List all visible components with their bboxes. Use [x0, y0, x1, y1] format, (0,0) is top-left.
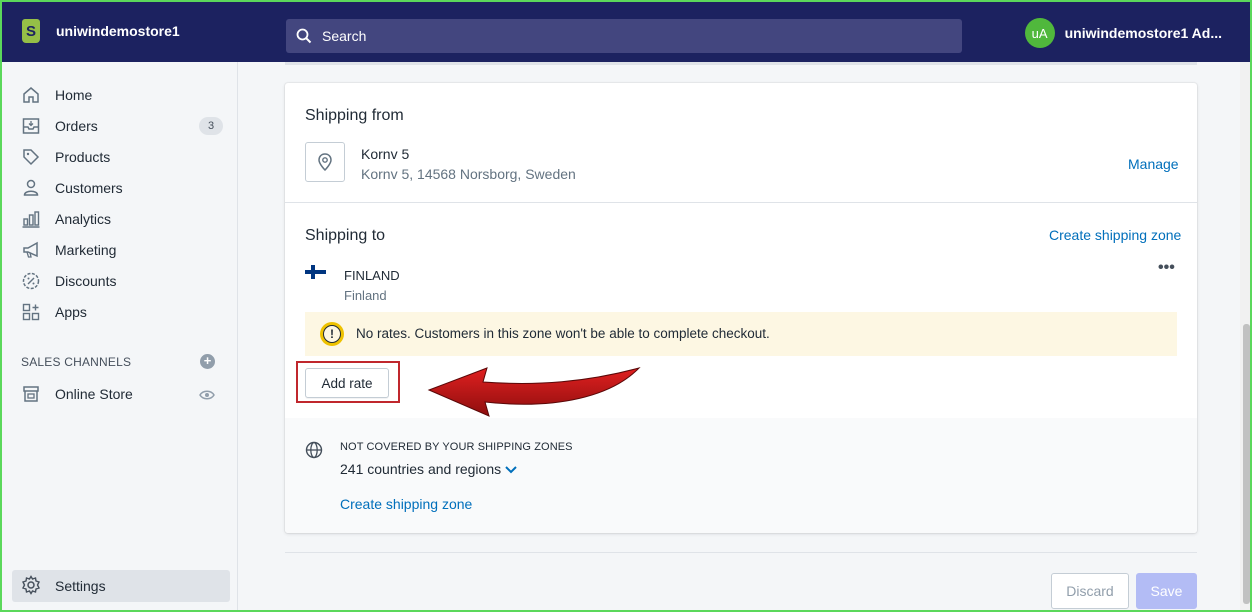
footer-divider — [285, 552, 1197, 553]
scrollbar-thumb[interactable] — [1243, 324, 1250, 604]
sales-channels-heading: SALES CHANNELS — [21, 355, 132, 369]
sidebar-item-label: Orders — [55, 118, 98, 134]
bar-chart-icon — [20, 208, 42, 230]
shipping-card: Shipping from Kornv 5 Kornv 5, 14568 Nor… — [285, 83, 1197, 533]
add-rate-button[interactable]: Add rate — [305, 368, 389, 398]
manage-link[interactable]: Manage — [1128, 156, 1179, 172]
previous-card-edge — [285, 62, 1197, 65]
person-icon — [20, 177, 42, 199]
sidebar-item-analytics[interactable]: Analytics — [0, 205, 238, 233]
gear-icon — [21, 574, 41, 598]
warning-text: No rates. Customers in this zone won't b… — [356, 326, 770, 341]
sidebar-item-label: Settings — [55, 578, 106, 594]
top-bar: S uniwindemostore1 Search uA uniwindemos… — [0, 0, 1252, 62]
sidebar-item-label: Home — [55, 87, 93, 103]
search-placeholder: Search — [322, 28, 367, 44]
countries-count: 241 countries and regions — [340, 461, 502, 477]
globe-icon — [305, 441, 323, 462]
main-content: Shipping from Kornv 5 Kornv 5, 14568 Nor… — [239, 62, 1239, 612]
store-name: uniwindemostore1 — [56, 23, 180, 39]
chevron-down-icon — [505, 461, 517, 477]
countries-toggle[interactable]: 241 countries and regions — [340, 461, 517, 477]
more-actions-button[interactable]: ••• — [1158, 259, 1175, 277]
sidebar-item-label: Analytics — [55, 211, 112, 227]
location-pin-icon — [305, 142, 345, 182]
sidebar-item-label: Products — [55, 149, 111, 165]
apps-icon — [20, 301, 42, 323]
sidebar-item-products[interactable]: Products — [0, 143, 238, 171]
location-name: Kornv 5 — [361, 146, 410, 162]
store-icon — [20, 383, 42, 405]
warning-icon: ! — [320, 322, 344, 346]
sidebar: Home Orders 3 Products Customers Analyti… — [0, 62, 238, 612]
create-shipping-zone-link[interactable]: Create shipping zone — [1049, 227, 1181, 243]
discount-icon — [20, 270, 42, 292]
orders-icon — [20, 115, 42, 137]
store-brand[interactable]: S uniwindemostore1 — [0, 0, 240, 62]
tag-icon — [20, 146, 42, 168]
sidebar-item-home[interactable]: Home — [0, 81, 238, 109]
sidebar-item-label: Online Store — [55, 386, 133, 402]
red-annotation-arrow-icon — [427, 367, 641, 417]
search-icon — [296, 28, 312, 44]
sidebar-item-customers[interactable]: Customers — [0, 174, 238, 202]
sidebar-item-apps[interactable]: Apps — [0, 298, 238, 326]
sidebar-item-marketing[interactable]: Marketing — [0, 236, 238, 264]
shipping-from-title: Shipping from — [305, 107, 404, 124]
orders-count-badge: 3 — [199, 117, 223, 135]
sidebar-item-label: Marketing — [55, 242, 117, 258]
zone-country: Finland — [344, 288, 387, 303]
home-icon — [20, 84, 42, 106]
shopify-logo-icon: S — [22, 19, 40, 43]
save-button[interactable]: Save — [1136, 573, 1197, 609]
discard-button[interactable]: Discard — [1051, 573, 1129, 609]
add-sales-channel-icon[interactable]: + — [200, 354, 215, 369]
sidebar-item-settings[interactable]: Settings — [12, 570, 230, 602]
megaphone-icon — [20, 239, 42, 261]
search-input[interactable]: Search — [286, 19, 962, 53]
account-name: uniwindemostore1 Ad... — [1064, 25, 1222, 41]
not-covered-title: NOT COVERED BY YOUR SHIPPING ZONES — [340, 441, 573, 453]
account-menu[interactable]: uA uniwindemostore1 Ad... — [1024, 18, 1222, 48]
sidebar-item-label: Apps — [55, 304, 87, 320]
section-divider — [285, 202, 1197, 203]
location-address: Kornv 5, 14568 Norsborg, Sweden — [361, 166, 576, 182]
sidebar-item-orders[interactable]: Orders 3 — [0, 112, 238, 140]
shipping-to-title: Shipping to — [305, 227, 386, 244]
avatar: uA — [1024, 18, 1055, 48]
finland-flag-icon — [305, 265, 326, 279]
no-rates-warning-banner: ! No rates. Customers in this zone won't… — [305, 312, 1177, 356]
eye-icon[interactable] — [199, 388, 215, 404]
zone-name: FINLAND — [344, 268, 400, 283]
sidebar-item-label: Customers — [55, 180, 123, 196]
create-shipping-zone-link-secondary[interactable]: Create shipping zone — [340, 496, 472, 512]
sidebar-item-label: Discounts — [55, 273, 117, 289]
sidebar-item-discounts[interactable]: Discounts — [0, 267, 238, 295]
scrollbar[interactable] — [1240, 62, 1252, 612]
